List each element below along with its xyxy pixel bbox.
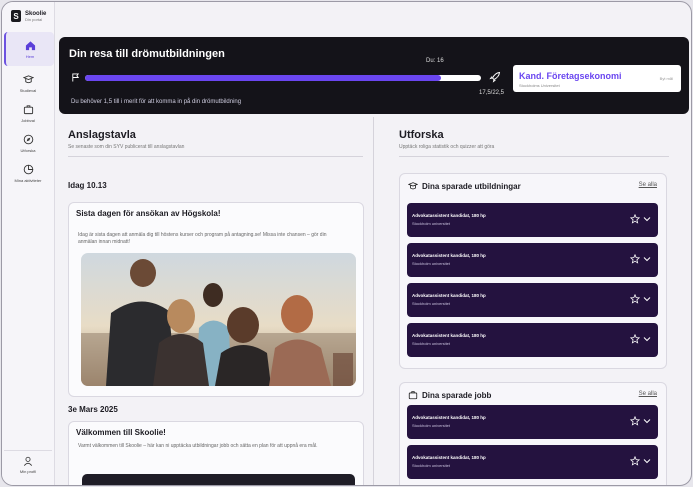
- post-title: Sista dagen för ansökan av Högskola!: [76, 209, 221, 218]
- sidebar-item-home[interactable]: Hem: [4, 32, 54, 66]
- skoolie-logo: S: [11, 10, 21, 22]
- goal-school: Stockholms Universitet: [519, 83, 560, 88]
- star-icon[interactable]: [630, 294, 640, 304]
- app-tagline: Din portal: [25, 16, 43, 22]
- explore-subtitle: Upptäck roliga statistik och quizzer att…: [399, 144, 495, 150]
- sidebar-item-utforska[interactable]: Utforska: [4, 126, 52, 160]
- saved-programs-title: Dina sparade utbildningar: [422, 181, 521, 191]
- goal-program: Kand. Företagsekonomi: [519, 71, 622, 81]
- change-goal-link[interactable]: Byt mål: [660, 76, 673, 81]
- app-name: Skoolie: [25, 10, 47, 17]
- flag-icon: [72, 73, 80, 82]
- divider: [68, 156, 363, 157]
- rocket-icon: [489, 71, 501, 83]
- profile-link[interactable]: Min profil: [4, 450, 52, 485]
- saved-item[interactable]: Advokatassistent kandidat, 180 hp Stockho…: [407, 323, 658, 357]
- progress-banner: Din resa till drömutbildningen Du: 16 17…: [59, 37, 689, 114]
- column-divider: [373, 117, 374, 485]
- saved-item[interactable]: Advokatassistent kandidat, 180 hp Stockho…: [407, 243, 658, 277]
- sidebar-item-label: Hem: [25, 53, 35, 59]
- saved-jobs-panel: Dina sparade jobb Se alla Advokatassiste…: [399, 382, 667, 485]
- merit-score: 17,5/22,5: [479, 90, 505, 96]
- saved-item-school: Stockholm universitet: [412, 261, 451, 266]
- star-icon[interactable]: [630, 334, 640, 344]
- saved-item[interactable]: Advokatassistent kandidat, 180 hp Stockho…: [407, 283, 658, 317]
- profile-label: Min profil: [19, 469, 37, 474]
- graduation-cap-icon: [408, 182, 418, 190]
- sidebar-item-label: Studieval: [19, 87, 37, 93]
- board-title: Anslagstavla: [68, 129, 136, 141]
- saved-jobs-header: Dina sparade jobb: [408, 390, 491, 400]
- sidebar-item-label: Utforska: [20, 147, 36, 153]
- board-subtitle: Se senaste som din SYV publicerat till a…: [68, 144, 185, 150]
- chevron-down-icon[interactable]: [643, 296, 651, 302]
- saved-item-school: Stockholm universitet: [412, 221, 451, 226]
- post-card[interactable]: Sista dagen för ansökan av Högskola! Ida…: [68, 202, 364, 397]
- saved-item[interactable]: Advokatassistent kandidat, 180 hp Stockho…: [407, 203, 658, 237]
- chevron-down-icon[interactable]: [643, 336, 651, 342]
- star-icon[interactable]: [630, 456, 640, 466]
- see-all-programs-link[interactable]: Se alla: [639, 182, 657, 188]
- star-icon[interactable]: [630, 416, 640, 426]
- post-body: Varmt välkommen till Skoolie – här kan n…: [78, 443, 318, 449]
- banner-title: Din resa till drömutbildningen: [69, 48, 225, 60]
- saved-item-school: Stockholm universitet: [412, 463, 451, 468]
- user-icon: [23, 456, 33, 466]
- explore-title: Utforska: [399, 129, 444, 141]
- saved-item-name: Advokatassistent kandidat, 180 hp: [412, 333, 486, 338]
- bulletin-board: Anslagstavla Se senaste som din SYV publ…: [68, 129, 364, 485]
- saved-programs-header: Dina sparade utbildningar: [408, 181, 521, 191]
- star-icon[interactable]: [630, 214, 640, 224]
- star-icon[interactable]: [630, 254, 640, 264]
- saved-item-name: Advokatassistent kandidat, 180 hp: [412, 455, 486, 460]
- goal-card[interactable]: Kand. Företagsekonomi Stockholms Univers…: [513, 65, 681, 92]
- saved-item-school: Stockholm universitet: [412, 423, 451, 428]
- saved-item-name: Advokatassistent kandidat, 180 hp: [412, 415, 486, 420]
- app-window: S Skoolie Din portal Hem Studieval Jobbv…: [1, 1, 692, 486]
- see-all-jobs-link[interactable]: Se alla: [639, 391, 657, 397]
- graduation-cap-icon: [22, 74, 34, 83]
- saved-item-name: Advokatassistent kandidat, 180 hp: [412, 253, 486, 258]
- current-marker-label: Du: 16: [426, 58, 444, 64]
- post-body: Idag är sista dagen att anmäla dig till …: [78, 232, 327, 245]
- briefcase-icon: [408, 391, 418, 400]
- compass-icon: [23, 134, 33, 144]
- chevron-down-icon[interactable]: [643, 216, 651, 222]
- chevron-down-icon[interactable]: [643, 418, 651, 424]
- saved-programs-panel: Dina sparade utbildningar Se alla Advoka…: [399, 173, 667, 369]
- home-icon: [25, 40, 35, 50]
- sidebar-item-studieval[interactable]: Studieval: [4, 66, 52, 100]
- post-title: Välkommen till Skoolie!: [76, 428, 166, 437]
- sidebar-item-label: Jobbval: [21, 117, 35, 123]
- saved-item-school: Stockholm universitet: [412, 341, 451, 346]
- brand[interactable]: S Skoolie Din portal: [11, 10, 46, 22]
- chevron-down-icon[interactable]: [643, 256, 651, 262]
- post-photo: [81, 253, 356, 386]
- chevron-down-icon[interactable]: [643, 458, 651, 464]
- progress-track: [85, 75, 481, 81]
- post-media: [82, 474, 355, 485]
- saved-jobs-title: Dina sparade jobb: [422, 390, 492, 400]
- post-date: 3e Mars 2025: [68, 405, 118, 414]
- sidebar-item-mina-aktiviteter[interactable]: Mina aktiviteter: [4, 156, 52, 190]
- saved-item-school: Stockholm universitet: [412, 301, 451, 306]
- sidebar: S Skoolie Din portal Hem Studieval Jobbv…: [2, 2, 55, 485]
- saved-item-name: Advokatassistent kandidat, 180 hp: [412, 213, 486, 218]
- sidebar-item-jobbval[interactable]: Jobbval: [4, 96, 52, 130]
- progress-fill: [85, 75, 442, 81]
- saved-item[interactable]: Advokatassistent kandidat, 180 hp Stockho…: [407, 445, 658, 479]
- explore-section: Utforska Upptäck roliga statistik och qu…: [399, 129, 669, 485]
- activity-icon: [23, 164, 33, 174]
- divider: [399, 156, 669, 157]
- sidebar-item-label: Mina aktiviteter: [14, 177, 42, 183]
- post-date: Idag 10.13: [68, 181, 107, 190]
- saved-item-name: Advokatassistent kandidat, 180 hp: [412, 293, 486, 298]
- post-card[interactable]: Välkommen till Skoolie! Varmt välkommen …: [68, 421, 364, 485]
- banner-subtitle: Du behöver 1,5 till i merit för att komm…: [71, 99, 242, 105]
- saved-item[interactable]: Advokatassistent kandidat, 180 hp Stockho…: [407, 405, 658, 439]
- briefcase-icon: [23, 104, 33, 114]
